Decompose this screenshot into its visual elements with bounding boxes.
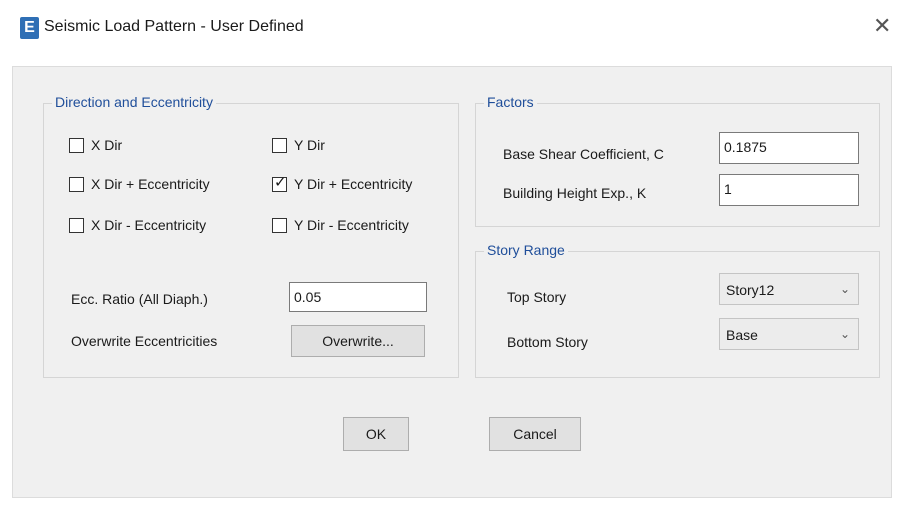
ok-button[interactable]: OK	[343, 417, 409, 451]
height-exp-input[interactable]: 1	[719, 174, 859, 206]
x-dir-label: X Dir	[91, 137, 123, 153]
x-dir-checkbox[interactable]	[69, 138, 84, 153]
x-dir-minus-ecc-label: X Dir - Eccentricity	[91, 217, 207, 233]
window-title: Seismic Load Pattern - User Defined	[44, 18, 304, 35]
y-dir-minus-ecc-checkbox[interactable]	[272, 218, 287, 233]
close-icon[interactable]: ✕	[873, 14, 891, 38]
chevron-down-icon: ⌄	[839, 282, 850, 296]
story-range-title: Story Range	[484, 242, 568, 258]
story-range-group: Story Range	[475, 242, 880, 378]
base-shear-label: Base Shear Coefficient, C	[503, 146, 664, 162]
overwrite-ecc-label: Overwrite Eccentricities	[71, 333, 218, 349]
direction-eccentricity-title: Direction and Eccentricity	[52, 94, 216, 110]
top-story-label: Top Story	[507, 289, 567, 305]
y-dir-checkbox[interactable]	[272, 138, 287, 153]
bottom-story-select[interactable]: Base ⌄	[719, 318, 859, 350]
ecc-ratio-input[interactable]: 0.05	[289, 282, 427, 312]
dialog-body: Direction and Eccentricity X Dir Y Dir X…	[12, 66, 892, 498]
y-dir-minus-ecc-label: Y Dir - Eccentricity	[294, 217, 409, 233]
check-mark-icon: ✓	[274, 174, 287, 191]
cancel-button[interactable]: Cancel	[489, 417, 581, 451]
height-exp-label: Building Height Exp., K	[503, 185, 647, 201]
y-dir-plus-ecc-checkbox[interactable]: ✓	[272, 174, 287, 192]
factors-group: Factors	[475, 94, 880, 227]
title-bar: E Seismic Load Pattern - User Defined ✕	[0, 0, 903, 60]
x-dir-plus-ecc-label: X Dir + Eccentricity	[91, 176, 210, 192]
x-dir-minus-ecc-checkbox[interactable]	[69, 218, 84, 233]
overwrite-button[interactable]: Overwrite...	[291, 325, 425, 357]
factors-title: Factors	[484, 94, 537, 110]
y-dir-plus-ecc-label: Y Dir + Eccentricity	[294, 176, 413, 192]
bottom-story-value: Base	[726, 327, 758, 343]
base-shear-input[interactable]: 0.1875	[719, 132, 859, 164]
ecc-ratio-label: Ecc. Ratio (All Diaph.)	[71, 291, 208, 307]
top-story-select[interactable]: Story12 ⌄	[719, 273, 859, 305]
x-dir-plus-ecc-checkbox[interactable]	[69, 177, 84, 192]
y-dir-label: Y Dir	[294, 137, 325, 153]
chevron-down-icon: ⌄	[839, 327, 850, 341]
app-logo-icon: E	[20, 17, 39, 39]
top-story-value: Story12	[726, 282, 775, 298]
bottom-story-label: Bottom Story	[507, 334, 588, 350]
